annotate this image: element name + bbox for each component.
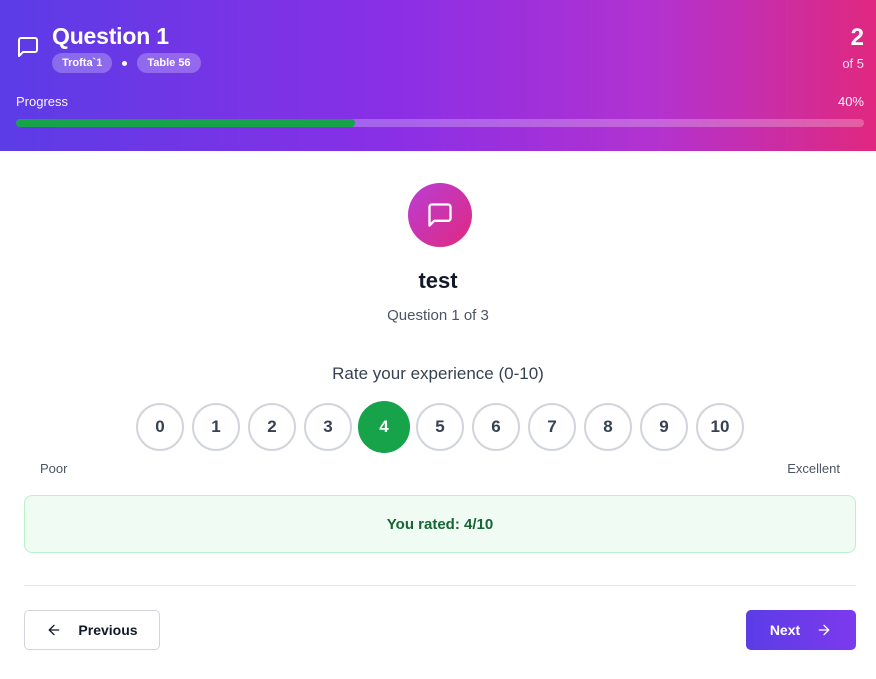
- rating-option-2[interactable]: 2: [248, 403, 296, 451]
- question-avatar: [408, 183, 472, 247]
- rating-option-5[interactable]: 5: [416, 403, 464, 451]
- rating-scale: 0 1 2 3 4 5 6 7 8 9 10: [136, 401, 752, 453]
- rating-option-7[interactable]: 7: [528, 403, 576, 451]
- question-title: test: [418, 268, 458, 293]
- arrow-left-icon: [46, 622, 62, 638]
- venue-chip: Trofta`1: [52, 53, 113, 73]
- step-counter-total: of 5: [842, 56, 864, 71]
- table-chip: Table 56: [137, 53, 201, 73]
- question-prompt: Rate your experience (0-10): [332, 364, 544, 383]
- rating-option-0[interactable]: 0: [136, 403, 184, 451]
- progress-percent: 40%: [837, 94, 864, 109]
- progress-label: Progress: [16, 94, 69, 109]
- step-counter-current: 2: [850, 24, 864, 51]
- scale-low-label: Poor: [40, 461, 68, 476]
- message-square-icon: [426, 201, 454, 229]
- rating-option-8[interactable]: 8: [584, 403, 632, 451]
- divider: [24, 585, 856, 586]
- rating-option-1[interactable]: 1: [192, 403, 240, 451]
- arrow-right-icon: [816, 622, 832, 638]
- progress-bar: [16, 119, 864, 127]
- chip-separator-dot: [122, 60, 128, 66]
- question-subtitle: Question 1 of 3: [387, 307, 489, 324]
- message-square-icon: [16, 35, 40, 59]
- header-chips: Trofta`1 Table 56: [52, 53, 201, 73]
- page-title: Question 1: [52, 23, 169, 49]
- rating-result-text: You rated: 4/10: [386, 515, 494, 533]
- rating-option-6[interactable]: 6: [472, 403, 520, 451]
- previous-button[interactable]: Previous: [24, 610, 160, 650]
- next-button[interactable]: Next: [746, 610, 856, 650]
- rating-option-3[interactable]: 3: [304, 403, 352, 451]
- next-button-label: Next: [769, 622, 801, 638]
- progress-bar-fill: [16, 119, 356, 127]
- rating-option-9[interactable]: 9: [640, 403, 688, 451]
- rating-option-10[interactable]: 10: [696, 403, 744, 451]
- rating-option-4[interactable]: 4: [358, 401, 410, 453]
- previous-button-label: Previous: [78, 622, 138, 638]
- scale-high-label: Excellent: [787, 461, 840, 476]
- survey-header: Question 1 Trofta`1 Table 56 2 of 5 Prog…: [0, 0, 876, 151]
- rating-result: You rated: 4/10: [24, 495, 856, 553]
